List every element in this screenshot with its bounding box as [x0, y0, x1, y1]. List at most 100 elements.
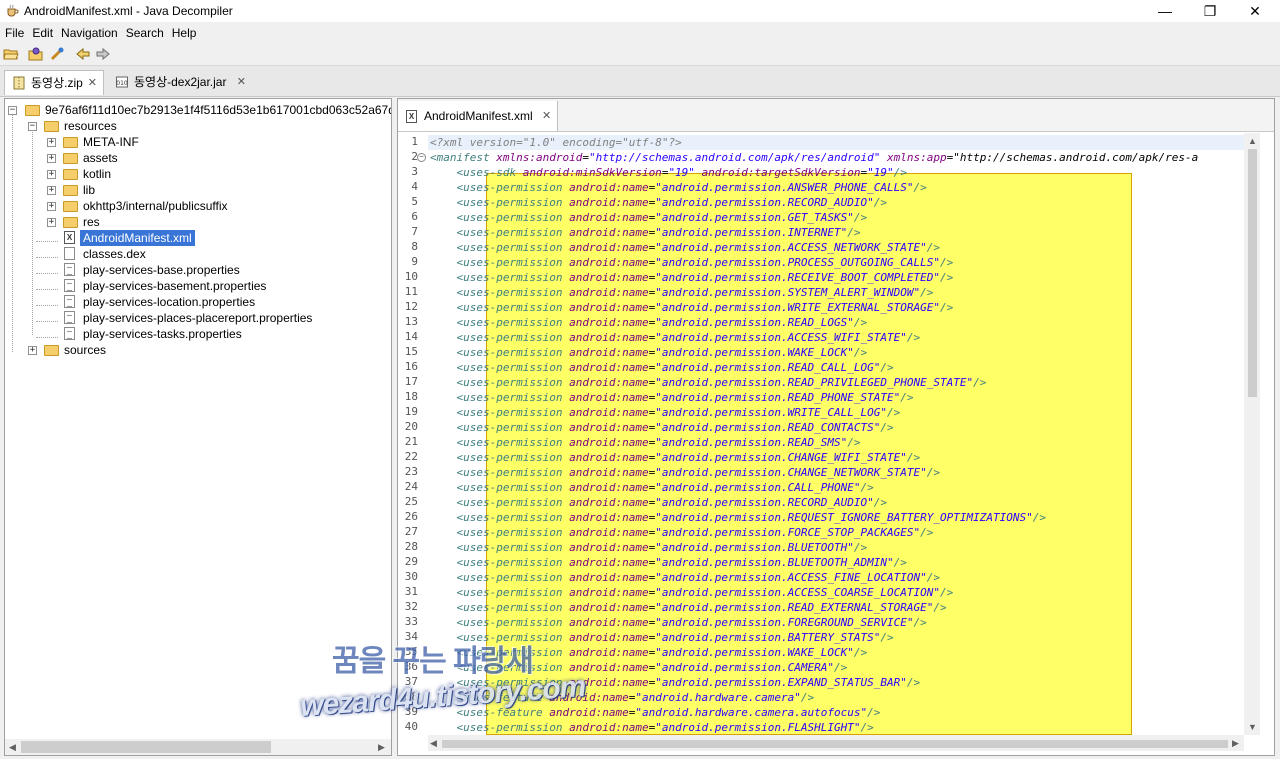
tree-item-label: play-services-places-placereport.propert… — [83, 311, 313, 325]
tab-zip[interactable]: 동영상.zip ✕ — [4, 70, 104, 95]
tree-item-label: resources — [64, 119, 117, 133]
back-arrow-icon[interactable] — [75, 46, 91, 62]
code-line: <uses-permission android:name="android.p… — [456, 496, 888, 509]
folder-icon — [63, 153, 78, 164]
tab-close-icon[interactable]: ✕ — [542, 109, 551, 122]
menu-edit[interactable]: Edit — [27, 23, 56, 40]
collapse-icon[interactable]: − — [8, 106, 17, 115]
expand-icon[interactable]: + — [28, 346, 37, 355]
file-icon — [64, 247, 75, 260]
properties-file-icon — [64, 263, 75, 276]
line-number: 34 — [404, 630, 418, 643]
tab-jar[interactable]: 010 동영상-dex2jar.jar ✕ — [108, 70, 252, 95]
code-line: <uses-permission android:name="android.p… — [456, 541, 868, 554]
scrollbar-thumb[interactable] — [1248, 149, 1257, 397]
code-view[interactable]: <?xml version="1.0" encoding="utf-8"?> <m… — [428, 133, 1246, 735]
tree-item-label: okhttp3/internal/publicsuffix — [83, 199, 228, 213]
expand-icon[interactable]: + — [47, 218, 56, 227]
line-number: 30 — [404, 570, 418, 583]
fold-collapse-icon[interactable]: − — [417, 153, 426, 162]
collapse-icon[interactable]: − — [28, 122, 37, 131]
xml-file-icon: X — [64, 231, 75, 244]
properties-file-icon — [64, 311, 75, 324]
tree-item-label: res — [83, 215, 100, 229]
code-line: <uses-permission android:name="android.p… — [456, 271, 954, 284]
code-line: <uses-feature android:name="android.hard… — [456, 706, 881, 719]
line-number: 21 — [404, 435, 418, 448]
tree-item-label: sources — [64, 343, 107, 357]
scrollbar-thumb[interactable] — [21, 741, 271, 753]
code-line: <uses-permission android:name="android.p… — [456, 586, 954, 599]
tree-item-label: META-INF — [83, 135, 139, 149]
tab-android-manifest[interactable]: X AndroidManifest.xml ✕ — [398, 101, 558, 131]
code-line: <uses-permission android:name="android.p… — [456, 721, 874, 734]
menu-navigation[interactable]: Navigation — [56, 23, 121, 40]
tree-connector — [36, 337, 58, 338]
tree-item-label: assets — [83, 151, 118, 165]
code-line: <uses-permission android:name="android.p… — [456, 406, 901, 419]
close-button[interactable]: ✕ — [1232, 0, 1278, 22]
tree-item-label: lib — [83, 183, 96, 197]
menu-file[interactable]: File — [0, 23, 27, 40]
line-number: 36 — [404, 660, 418, 673]
line-number: 19 — [404, 405, 418, 418]
scroll-up-icon[interactable]: ▲ — [1248, 135, 1257, 147]
coffee-cup-icon — [7, 4, 19, 17]
editor-vertical-scrollbar[interactable]: ▲ ▼ — [1244, 133, 1260, 735]
line-number: 32 — [404, 600, 418, 613]
tree-horizontal-scrollbar[interactable]: ◀ ▶ — [5, 739, 391, 755]
line-number: 38 — [404, 690, 418, 703]
line-number: 12 — [404, 300, 418, 313]
code-line: <uses-permission android:name="android.p… — [456, 256, 954, 269]
minimize-button[interactable]: — — [1142, 0, 1188, 22]
code-line: <uses-permission android:name="android.p… — [456, 286, 934, 299]
scroll-down-icon[interactable]: ▼ — [1248, 721, 1257, 733]
line-number: 39 — [404, 705, 418, 718]
line-number: 11 — [404, 285, 418, 298]
code-line: <uses-permission android:name="android.p… — [456, 301, 954, 314]
line-number: 29 — [404, 555, 418, 568]
line-number: 10 — [404, 270, 418, 283]
scroll-left-icon[interactable]: ◀ — [430, 737, 437, 749]
expand-icon[interactable]: + — [47, 154, 56, 163]
line-number: 7 — [411, 225, 418, 238]
code-line: <uses-permission android:name="android.p… — [456, 646, 868, 659]
line-number: 16 — [404, 360, 418, 373]
code-line: <uses-permission android:name="android.p… — [456, 211, 868, 224]
title-bar: AndroidManifest.xml - Java Decompiler — … — [0, 0, 1280, 22]
tab-close-icon[interactable]: ✕ — [237, 70, 246, 95]
scroll-left-icon[interactable]: ◀ — [9, 741, 16, 753]
scrollbar-thumb[interactable] — [442, 740, 1228, 748]
menu-help[interactable]: Help — [167, 23, 200, 40]
line-number: 22 — [404, 450, 418, 463]
editor-horizontal-scrollbar[interactable]: ◀ ▶ — [428, 735, 1244, 751]
archive-tab-strip: 동영상.zip ✕ 010 동영상-dex2jar.jar ✕ — [0, 66, 1280, 97]
line-number: 14 — [404, 330, 418, 343]
open-type-icon[interactable] — [28, 46, 44, 62]
tree-connector — [36, 289, 58, 290]
code-line: <uses-permission android:name="android.p… — [456, 331, 921, 344]
folder-icon — [63, 217, 78, 228]
expand-icon[interactable]: + — [47, 170, 56, 179]
properties-file-icon — [64, 295, 75, 308]
properties-file-icon — [64, 327, 75, 340]
expand-icon[interactable]: + — [47, 138, 56, 147]
open-type-hierarchy-icon[interactable] — [49, 46, 65, 62]
scroll-right-icon[interactable]: ▶ — [378, 741, 385, 753]
expand-icon[interactable]: + — [47, 202, 56, 211]
code-line: <uses-permission android:name="android.p… — [456, 181, 927, 194]
tree-connector — [36, 305, 58, 306]
open-folder-icon[interactable] — [3, 46, 19, 62]
tree-root[interactable]: − 9e76af6f11d10ec7b2913e1f4f5116d53e1b61… — [5, 102, 391, 118]
menu-search[interactable]: Search — [121, 23, 167, 40]
tree-item-label: play-services-base.properties — [83, 263, 240, 277]
expand-icon[interactable]: + — [47, 186, 56, 195]
tab-zip-label: 동영상.zip — [31, 76, 83, 90]
scroll-right-icon[interactable]: ▶ — [1232, 737, 1239, 749]
restore-button[interactable]: ❐ — [1187, 0, 1233, 22]
folder-icon — [44, 345, 59, 356]
forward-arrow-icon[interactable] — [95, 46, 111, 62]
tab-close-icon[interactable]: ✕ — [88, 71, 97, 96]
code-line: <uses-permission android:name="android.p… — [456, 436, 861, 449]
line-number: 33 — [404, 615, 418, 628]
